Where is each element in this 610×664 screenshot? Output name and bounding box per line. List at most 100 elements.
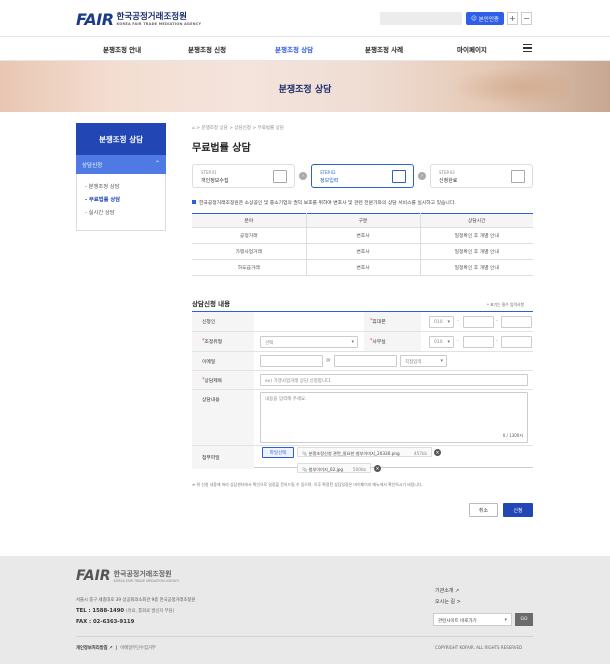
footer-logo: FAIR 한국공정거래조정원 KOREA FAIR TRADE MEDIATION… xyxy=(76,568,179,584)
table-cell: 일정확인 후 개별 안내 xyxy=(420,259,533,276)
submit-button[interactable]: 신청 xyxy=(503,503,533,517)
email-policy-link[interactable]: 이메일무단수집거부 xyxy=(120,646,156,651)
logo-korean: 한국공정거래조정원 xyxy=(116,12,187,22)
file-size: 457kb xyxy=(413,450,427,456)
hamburger-menu-icon[interactable] xyxy=(523,44,532,53)
nav-dispute-apply[interactable]: 분쟁조정 신청 xyxy=(188,44,226,54)
main-nav: 분쟁조정 안내 분쟁조정 신청 분쟁조정 상담 분쟁조정 사례 마이페이지 xyxy=(0,37,610,61)
email-label: 이메일 xyxy=(192,352,254,371)
sidebar-item-dispute-consult[interactable]: - 분쟁조정 상담 xyxy=(85,182,165,190)
nav-dispute-cases[interactable]: 분쟁조정 사례 xyxy=(365,44,403,54)
zoom-in-button[interactable]: + xyxy=(507,12,518,25)
zoom-out-button[interactable]: − xyxy=(521,12,532,25)
privacy-policy-link[interactable]: 개인정보처리방침 ↗ xyxy=(76,646,113,651)
auth-button[interactable]: ☺ 본인인증 xyxy=(466,12,504,25)
footer-address: 서울시 중구 세종대로 39 상공회의소회관 9층 한국공정거래조정원 xyxy=(76,598,196,603)
paperclip-icon: 📎 xyxy=(302,466,308,472)
table-row: 공정거래 변호사 일정확인 후 개별 안내 xyxy=(192,227,533,244)
dash-separator: - xyxy=(496,319,498,324)
content-placeholder: 내용을 입력해 주세요. xyxy=(265,397,307,402)
step-3-label: STEP.03 xyxy=(439,170,455,175)
hero-banner: 분쟁조정 상담 xyxy=(0,61,610,112)
service-notice: 한국공정거래조정원은 소상공인 및 중소기업의 권익 보호를 위하여 변호사 및… xyxy=(192,199,456,206)
step-3: STEP.03 신청완료 xyxy=(430,164,533,188)
table-cell: 일정확인 후 개별 안내 xyxy=(420,227,533,244)
cancel-button[interactable]: 취소 xyxy=(469,503,498,517)
sidebar-section-label: 상담신청 xyxy=(82,162,103,169)
person-icon: ☺ xyxy=(471,15,477,22)
paperclip-icon: 📎 xyxy=(302,450,308,456)
email-id-input[interactable] xyxy=(260,355,323,367)
file-select-button[interactable]: 파일선택 xyxy=(262,447,294,458)
related-sites-select[interactable]: 관련사이트 바로가기 xyxy=(433,613,512,626)
document-edit-icon xyxy=(273,170,287,183)
dash-separator: - xyxy=(457,319,459,324)
char-counter: 0 / 1300자 xyxy=(502,433,523,438)
table-cell: 일정확인 후 개별 안내 xyxy=(420,243,533,260)
table-cell: 변호사 xyxy=(306,227,421,244)
subject-input[interactable]: ex) 가맹사업거래 상담 신청합니다. xyxy=(260,374,528,386)
logo-english: KOREA FAIR TRADE MEDIATION AGENCY xyxy=(116,21,202,26)
sidebar-item-free-legal-consult[interactable]: - 무료법률 상담 xyxy=(85,195,165,203)
table-header: 구분 xyxy=(306,213,421,228)
mobile-last-input[interactable] xyxy=(501,316,532,328)
step-1-name: 개인정보수집 xyxy=(201,178,229,184)
site-logo[interactable]: FAIR 한국공정거래조정원 KOREA FAIR TRADE MEDIATION… xyxy=(76,10,201,29)
nav-dispute-consult[interactable]: 분쟁조정 상담 xyxy=(275,44,313,54)
subject-label: * 상담제목 xyxy=(192,371,254,390)
dispute-type-select[interactable]: 선택 xyxy=(260,336,358,348)
attach-label: 첨부파일 xyxy=(192,446,254,469)
footer-logo-korean: 한국공정거래조정원 xyxy=(113,570,172,578)
sidebar-list: - 분쟁조정 상담 - 무료법률 상담 - 실시간 상담 xyxy=(76,174,166,231)
step-2-name: 정보입력 xyxy=(320,178,339,184)
office-middle-input[interactable] xyxy=(463,336,494,348)
table-cell: 가맹사업거래 xyxy=(192,243,307,260)
sidebar-item-live-consult[interactable]: - 실시간 상담 xyxy=(85,208,165,216)
mobile-prefix-select[interactable]: 010 xyxy=(429,316,454,328)
footer-policy-links: 개인정보처리방침 ↗ | 이메일무단수집거부 xyxy=(76,646,156,651)
footer-link-about[interactable]: 기관소개 ↗ xyxy=(435,587,459,594)
search-input[interactable] xyxy=(380,12,462,25)
footer-link-directions[interactable]: 오시는 길 > xyxy=(435,598,461,605)
step-2: STEP.02 정보입력 xyxy=(311,164,414,188)
footer-tel-note: (유료, 통화료 발신자 부담) xyxy=(125,609,175,614)
office-prefix-select[interactable]: 010 xyxy=(429,336,454,348)
monitor-check-icon xyxy=(511,170,525,183)
breadcrumb: ⌂ > 분쟁조정 상담 > 상담신청 > 무료법률 상담 xyxy=(192,126,284,131)
remove-file-icon[interactable]: × xyxy=(434,449,441,456)
step-1: STEP.01 개인정보수집 xyxy=(192,164,295,188)
dash-separator: - xyxy=(457,339,459,344)
table-header-row: 분야 구분 상담시간 xyxy=(192,213,533,228)
office-last-input[interactable] xyxy=(501,336,532,348)
email-at-symbol: @ xyxy=(326,358,331,363)
content-textarea[interactable]: 내용을 입력해 주세요. 0 / 1300자 xyxy=(260,392,528,443)
footer-logo-english: KOREA FAIR TRADE MEDIATION AGENCY xyxy=(113,579,180,583)
content-label: 상담내용 xyxy=(192,390,254,446)
consult-field-table: 분야 구분 상담시간 공정거래 변호사 일정확인 후 개별 안내 가맹사업거래 … xyxy=(192,213,533,276)
applicant-label: 신청인 xyxy=(192,312,254,332)
nav-mypage[interactable]: 마이페이지 xyxy=(457,44,487,54)
table-row: 하도급거래 변호사 일정확인 후 개별 안내 xyxy=(192,259,533,276)
footer-tel-number: TEL : 1588-1490 xyxy=(76,608,125,614)
hero-title: 분쟁조정 상담 xyxy=(278,85,332,95)
footer-fax: FAX : 02-6363-9119 xyxy=(76,619,135,625)
consult-form: 신청인 * 휴대폰 010 - - * 조정유형 * 사무실 선택 010 - … xyxy=(192,311,533,469)
form-input-icon xyxy=(392,170,406,183)
dispute-type-label: * 조정유형 xyxy=(192,332,254,352)
table-cell: 변호사 xyxy=(306,243,421,260)
related-sites-go-button[interactable]: GO xyxy=(515,613,533,626)
footer-tel: TEL : 1588-1490 (유료, 통화료 발신자 부담) xyxy=(76,608,174,614)
form-title: 상담신청 내용 xyxy=(192,300,231,308)
table-row: 가맹사업거래 변호사 일정확인 후 개별 안내 xyxy=(192,243,533,260)
nav-dispute-guide[interactable]: 분쟁조정 안내 xyxy=(103,44,141,54)
email-domain-select[interactable]: 직접입력 xyxy=(400,355,447,367)
email-domain-input[interactable] xyxy=(334,355,397,367)
mobile-middle-input[interactable] xyxy=(463,316,494,328)
remove-file-icon[interactable]: × xyxy=(374,465,381,472)
footer-divider xyxy=(76,636,533,637)
sidebar-section-toggle[interactable]: 상담신청 ⌃ xyxy=(76,155,166,174)
file-name: 분쟁조정신청 관련_필요한 첨부이미지_20330.png xyxy=(308,450,400,456)
file-name: 첨부이미지_02.jpg xyxy=(308,466,344,472)
footer-logo-mark: FAIR xyxy=(76,568,111,584)
file-size: 500kb xyxy=(352,466,366,472)
